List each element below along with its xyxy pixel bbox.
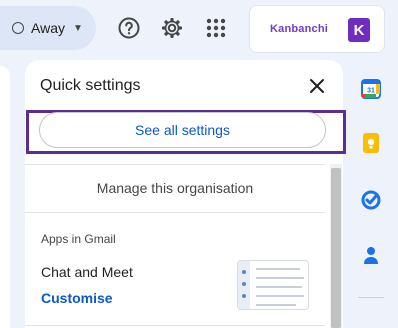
chevron-down-icon: ▼: [72, 22, 83, 34]
panel-title: Quick settings: [40, 77, 141, 94]
kanbanchi-addon[interactable]: Kanbanchi K: [249, 5, 385, 53]
mail-list-edge: [0, 66, 10, 328]
side-panel: 31: [352, 60, 390, 328]
divider: [25, 212, 325, 213]
see-all-settings-button[interactable]: See all settings: [39, 112, 326, 148]
scrollbar-thumb[interactable]: [331, 168, 341, 328]
quick-settings-panel: Quick settings See all settings Manage t…: [25, 60, 346, 328]
help-icon[interactable]: [115, 14, 143, 42]
chat-meet-label: Chat and Meet: [41, 264, 133, 280]
status-selector[interactable]: Away ▼: [0, 6, 96, 50]
divider: [25, 325, 325, 326]
top-bar: Away ▼ Kanbanchi K: [0, 0, 398, 60]
keep-icon[interactable]: [356, 128, 386, 158]
divider: [358, 297, 384, 298]
apps-grid-icon[interactable]: [202, 14, 230, 42]
chat-meet-preview-image: [237, 260, 309, 310]
status-label: Away: [31, 20, 65, 36]
kanbanchi-badge-icon: K: [348, 18, 370, 42]
contacts-icon[interactable]: [356, 240, 386, 270]
calendar-icon[interactable]: 31: [356, 74, 386, 104]
calendar-day-number: 31: [367, 88, 375, 95]
apps-section-heading: Apps in Gmail: [41, 232, 116, 246]
close-icon[interactable]: [305, 74, 329, 98]
status-away-icon: [12, 22, 24, 34]
customise-link[interactable]: Customise: [41, 290, 113, 306]
kanbanchi-logo: Kanbanchi: [270, 23, 329, 35]
manage-organisation-link[interactable]: Manage this organisation: [25, 164, 325, 212]
tasks-icon[interactable]: [356, 185, 386, 215]
gear-icon[interactable]: [158, 14, 186, 42]
